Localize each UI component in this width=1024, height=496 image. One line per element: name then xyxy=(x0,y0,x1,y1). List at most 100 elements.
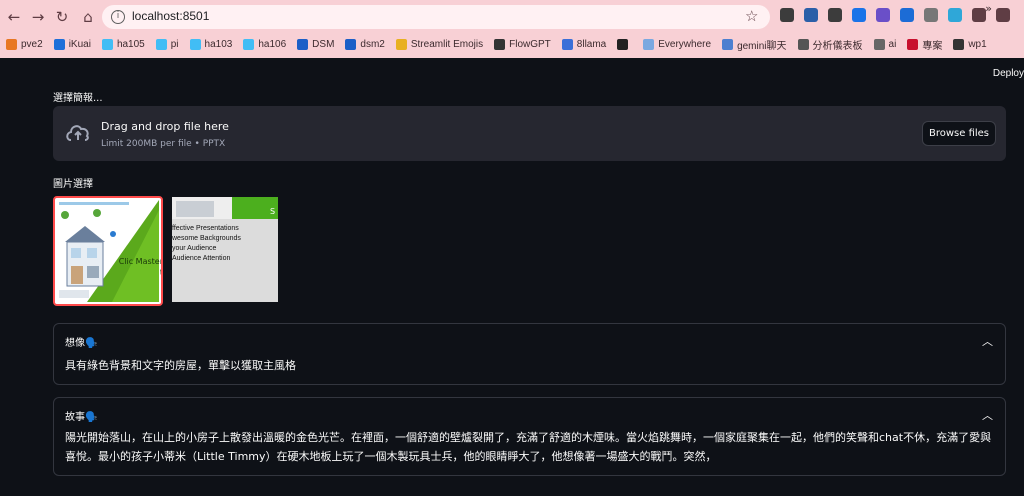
bookmark-label: DSM xyxy=(312,38,335,50)
bookmark-item[interactable]: FlowGPT xyxy=(494,38,551,50)
slide-bullet: your Audience xyxy=(172,245,217,252)
bookmark-label: 分析儀表板 xyxy=(812,40,863,52)
bookmark-label: FlowGPT xyxy=(509,38,551,50)
bookmark-label: 專案 xyxy=(922,40,943,52)
slide-bullet: ffective Presentations xyxy=(172,225,239,232)
expander-body: 具有綠色背景和文字的房屋，單擊以獲取主風格 xyxy=(65,359,296,372)
browse-files-button[interactable]: Browse files xyxy=(922,121,996,146)
bookmark-label: wp1 xyxy=(968,38,987,50)
upload-label: 選擇簡報... xyxy=(53,93,103,104)
bookmark-favicon-icon xyxy=(53,38,65,50)
bookmark-item[interactable]: wp1 xyxy=(953,38,987,50)
slide-bullet: Audience Attention xyxy=(172,255,231,262)
bookmark-item[interactable]: 分析儀表板 xyxy=(797,37,863,52)
bookmark-favicon-icon xyxy=(561,38,573,50)
home-icon[interactable]: ⌂ xyxy=(78,7,98,27)
slide-image xyxy=(57,200,159,302)
browser-chrome: ← → ↻ ⌂ i localhost:8501 ☆ pve2 iKuai ha10… xyxy=(0,0,1024,58)
extension-icons xyxy=(780,8,1010,22)
image-select-label: 圖片選擇 xyxy=(53,179,93,190)
expander-title[interactable]: 想像🗣️ xyxy=(65,334,97,349)
slide-thumbnail-1[interactable]: Clic Master t xyxy=(53,196,163,306)
bookmark-favicon-icon xyxy=(243,38,255,50)
expander-body: 陽光開始落山，在山上的小房子上散發出溫暖的金色光芒。在裡面，一個舒適的壁爐裂開了… xyxy=(65,431,992,463)
bookmark-favicon-icon xyxy=(494,38,506,50)
bookmark-item[interactable]: pve2 xyxy=(6,38,43,50)
bookmark-star-icon[interactable]: ☆ xyxy=(745,6,758,26)
bookmark-item[interactable]: 8llama xyxy=(561,38,607,50)
bookmark-favicon-icon xyxy=(297,38,309,50)
bookmark-favicon-icon xyxy=(6,38,17,50)
bookmark-item[interactable]: Streamlit Emojis xyxy=(395,38,484,50)
address-bar[interactable]: i localhost:8501 xyxy=(102,5,770,29)
bookmark-label: ha105 xyxy=(116,38,145,50)
reload-icon[interactable]: ↻ xyxy=(52,7,72,27)
deploy-button[interactable]: Deploy xyxy=(993,68,1024,79)
bookmarks-overflow-icon[interactable]: » xyxy=(985,2,992,15)
bookmark-item[interactable]: dsm2 xyxy=(345,38,385,50)
bookmark-label: pve2 xyxy=(21,38,43,50)
bookmark-favicon-icon xyxy=(873,38,885,50)
extension-icon[interactable] xyxy=(948,8,962,22)
bookmark-label: gemini聊天 xyxy=(737,40,787,52)
extension-icon[interactable] xyxy=(924,8,938,22)
bookmark-item[interactable]: ai xyxy=(873,38,897,50)
bookmark-label: iKuai xyxy=(68,38,91,50)
uploader-limit: Limit 200MB per file • PPTX xyxy=(101,139,226,149)
slide-image xyxy=(176,201,214,217)
address-row: ← → ↻ ⌂ i localhost:8501 ☆ xyxy=(0,0,1024,34)
bookmark-favicon-icon xyxy=(617,38,629,50)
bookmarks-bar: pve2 iKuai ha105 pi ha103 ha106 DSM dsm2 Streaml… xyxy=(0,34,1024,54)
bookmark-item[interactable]: iKuai xyxy=(53,38,91,50)
bookmark-favicon-icon xyxy=(643,38,655,50)
bookmark-favicon-icon xyxy=(907,38,919,50)
bookmark-item[interactable]: ha103 xyxy=(189,38,233,50)
bookmark-item[interactable]: gemini聊天 xyxy=(722,37,787,52)
bookmark-favicon-icon xyxy=(101,38,113,50)
bookmark-label: ha103 xyxy=(204,38,233,50)
slide-bullets: ffective Presentations wesome Background… xyxy=(172,224,241,264)
slide-header-text: S xyxy=(270,207,276,216)
bookmark-item[interactable]: ha106 xyxy=(243,38,287,50)
bookmark-item[interactable]: ha105 xyxy=(101,38,145,50)
bookmark-label: Everywhere xyxy=(658,38,712,50)
extension-icon[interactable] xyxy=(852,8,866,22)
bookmark-item[interactable]: pi xyxy=(155,38,179,50)
expander-story: 故事🗣️ ︿ 陽光開始落山，在山上的小房子上散發出溫暖的金色光芒。在裡面，一個舒… xyxy=(53,397,1006,476)
file-uploader[interactable]: Drag and drop file here Limit 200MB per … xyxy=(53,106,1006,161)
puzzle-icon[interactable] xyxy=(972,8,986,22)
bookmark-favicon-icon xyxy=(189,38,201,50)
extension-icon[interactable] xyxy=(828,8,842,22)
profile-icon[interactable] xyxy=(996,8,1010,22)
extension-icon[interactable] xyxy=(900,8,914,22)
bookmark-item[interactable] xyxy=(617,38,632,50)
address-url: localhost:8501 xyxy=(132,9,210,23)
uploader-title: Drag and drop file here xyxy=(101,120,229,133)
expander-imagine: 想像🗣️ ︿ 具有綠色背景和文字的房屋，單擊以獲取主風格 xyxy=(53,323,1006,385)
extension-icon[interactable] xyxy=(804,8,818,22)
slide-title-text: Clic Master t xyxy=(118,257,163,277)
forward-icon[interactable]: → xyxy=(28,7,48,27)
bookmark-label: ha106 xyxy=(258,38,287,50)
bookmark-favicon-icon xyxy=(155,38,167,50)
site-info-icon[interactable]: i xyxy=(111,10,125,24)
back-icon[interactable]: ← xyxy=(4,7,24,27)
bookmark-item[interactable]: DSM xyxy=(297,38,335,50)
bookmark-favicon-icon xyxy=(797,38,809,50)
bookmark-label: pi xyxy=(170,38,179,50)
bookmark-label: 8llama xyxy=(576,38,607,50)
chevron-up-icon[interactable]: ︿ xyxy=(982,407,993,423)
chevron-up-icon[interactable]: ︿ xyxy=(982,333,993,349)
bookmark-favicon-icon xyxy=(722,38,734,50)
extension-icon[interactable] xyxy=(780,8,794,22)
cloud-upload-icon xyxy=(66,125,89,141)
bookmark-label: dsm2 xyxy=(360,38,385,50)
bookmark-item[interactable]: 專案 xyxy=(907,37,942,52)
bookmark-item[interactable]: Everywhere xyxy=(643,38,712,50)
extension-icon[interactable] xyxy=(876,8,890,22)
slide-thumbnail-2[interactable]: S ffective Presentations wesome Backgrou… xyxy=(172,197,278,302)
bookmark-favicon-icon xyxy=(395,38,407,50)
expander-title[interactable]: 故事🗣️ xyxy=(65,408,97,423)
bookmark-label: ai xyxy=(888,38,897,50)
bookmark-label: Streamlit Emojis xyxy=(410,38,484,50)
